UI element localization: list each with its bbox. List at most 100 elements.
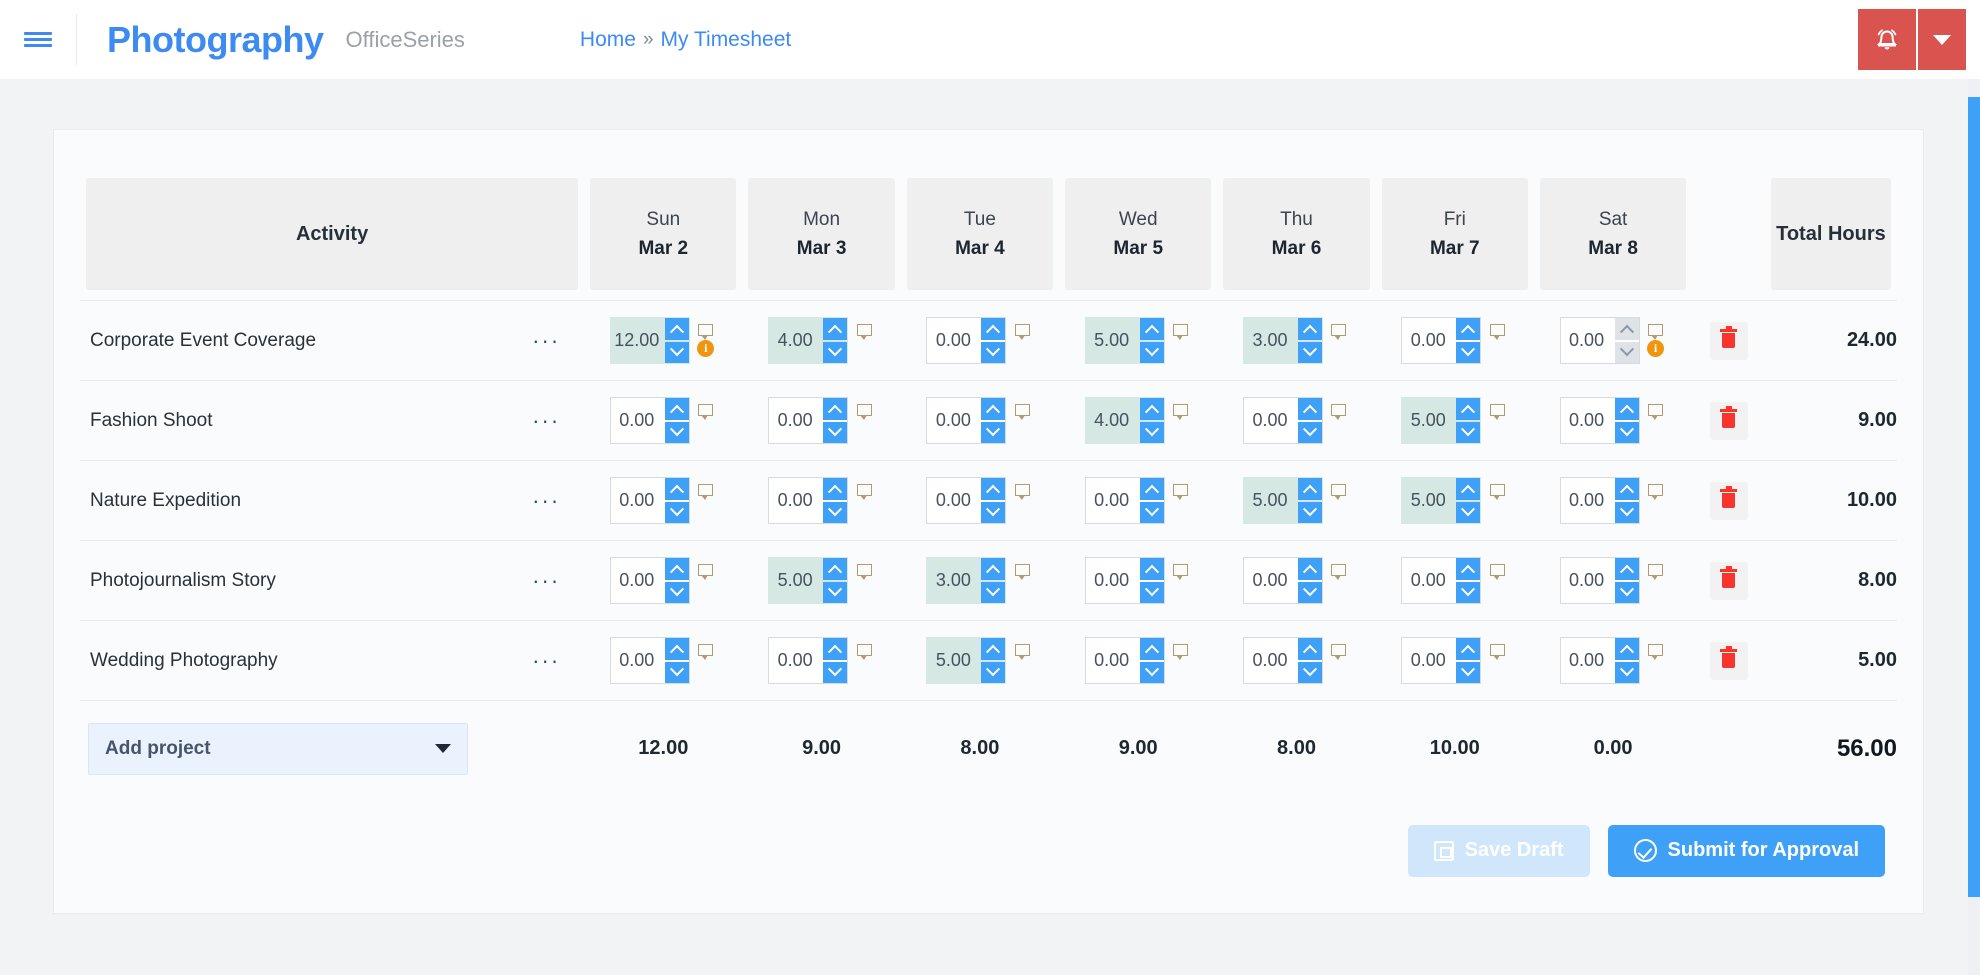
row-menu-button[interactable]: ···: [526, 649, 566, 672]
stepper-decrement-button[interactable]: [823, 421, 848, 443]
stepper-decrement-button[interactable]: [981, 421, 1006, 443]
stepper-decrement-button[interactable]: [1297, 501, 1322, 523]
hours-stepper[interactable]: 0.00: [1084, 637, 1165, 684]
save-draft-button[interactable]: Save Draft: [1407, 824, 1590, 877]
stepper-increment-button[interactable]: [1139, 318, 1164, 340]
hours-input[interactable]: 0.00: [611, 638, 665, 683]
row-menu-button[interactable]: ···: [526, 489, 566, 512]
stepper-decrement-button[interactable]: [1456, 581, 1481, 603]
hours-input[interactable]: 0.00: [1086, 558, 1140, 603]
hours-stepper[interactable]: 0.00: [1559, 637, 1640, 684]
stepper-increment-button[interactable]: [823, 318, 848, 340]
stepper-decrement-button[interactable]: [664, 501, 689, 523]
hours-stepper[interactable]: 0.00: [609, 397, 690, 444]
delete-row-button[interactable]: [1709, 321, 1748, 360]
hours-input[interactable]: 0.00: [1244, 398, 1298, 443]
hours-stepper[interactable]: 4.00: [1084, 397, 1165, 444]
comment-icon[interactable]: [1489, 644, 1505, 660]
stepper-decrement-button[interactable]: [981, 581, 1006, 603]
hours-input[interactable]: 5.00: [1244, 478, 1298, 523]
hours-stepper[interactable]: 0.00: [1084, 477, 1165, 524]
comment-icon[interactable]: [1014, 644, 1030, 660]
stepper-increment-button[interactable]: [1456, 638, 1481, 660]
stepper-decrement-button[interactable]: [1614, 421, 1639, 443]
stepper-decrement-button[interactable]: [1139, 501, 1164, 523]
hours-input[interactable]: 0.00: [1086, 638, 1140, 683]
stepper-decrement-button[interactable]: [981, 341, 1006, 363]
hours-stepper[interactable]: 0.00: [609, 477, 690, 524]
stepper-decrement-button[interactable]: [664, 581, 689, 603]
comment-icon[interactable]: [698, 404, 714, 420]
comment-icon[interactable]: [1014, 404, 1030, 420]
comment-icon[interactable]: [1331, 404, 1347, 420]
hours-input[interactable]: 0.00: [927, 398, 981, 443]
hours-input[interactable]: 0.00: [611, 478, 665, 523]
comment-icon[interactable]: [1331, 644, 1347, 660]
comment-icon[interactable]: [1014, 564, 1030, 580]
add-project-dropdown[interactable]: Add project: [88, 722, 468, 775]
stepper-decrement-button[interactable]: [1139, 661, 1164, 683]
hours-input[interactable]: 4.00: [769, 318, 823, 363]
hours-input[interactable]: 0.00: [1402, 638, 1456, 683]
comment-icon[interactable]: [1489, 404, 1505, 420]
hours-input[interactable]: 4.00: [1086, 398, 1140, 443]
comment-icon[interactable]: [856, 644, 872, 660]
stepper-decrement-button[interactable]: [1614, 581, 1639, 603]
stepper-increment-button[interactable]: [1139, 638, 1164, 660]
stepper-increment-button[interactable]: [1614, 478, 1639, 500]
stepper-increment-button[interactable]: [1139, 478, 1164, 500]
stepper-decrement-button[interactable]: [823, 341, 848, 363]
hours-input[interactable]: 0.00: [1561, 638, 1615, 683]
stepper-increment-button[interactable]: [1297, 398, 1322, 420]
stepper-decrement-button[interactable]: [664, 661, 689, 683]
stepper-increment-button[interactable]: [981, 638, 1006, 660]
comment-icon[interactable]: [856, 564, 872, 580]
comment-icon[interactable]: [1173, 564, 1189, 580]
stepper-decrement-button[interactable]: [981, 661, 1006, 683]
stepper-increment-button[interactable]: [1139, 398, 1164, 420]
hours-input[interactable]: 0.00: [927, 478, 981, 523]
comment-icon[interactable]: [856, 404, 872, 420]
hours-stepper[interactable]: 4.00: [768, 317, 849, 364]
comment-icon[interactable]: [698, 644, 714, 660]
stepper-increment-button[interactable]: [664, 478, 689, 500]
stepper-increment-button[interactable]: [981, 558, 1006, 580]
stepper-increment-button[interactable]: [981, 478, 1006, 500]
comment-icon[interactable]: [856, 484, 872, 500]
hours-stepper[interactable]: 3.00: [926, 557, 1007, 604]
stepper-increment-button[interactable]: [1297, 318, 1322, 340]
stepper-decrement-button[interactable]: [1456, 661, 1481, 683]
stepper-increment-button[interactable]: [1614, 398, 1639, 420]
comment-icon[interactable]: [1648, 564, 1664, 580]
hours-stepper[interactable]: 3.00: [1242, 317, 1323, 364]
hours-stepper[interactable]: 0.00: [1401, 317, 1482, 364]
stepper-decrement-button[interactable]: [981, 501, 1006, 523]
hours-input[interactable]: 0.00: [1561, 478, 1615, 523]
hours-input[interactable]: 5.00: [1086, 318, 1140, 363]
stepper-decrement-button[interactable]: [1297, 661, 1322, 683]
stepper-increment-button[interactable]: [981, 318, 1006, 340]
stepper-increment-button[interactable]: [1297, 638, 1322, 660]
stepper-decrement-button[interactable]: [823, 661, 848, 683]
hours-stepper[interactable]: 0.00: [926, 317, 1007, 364]
hours-input[interactable]: 0.00: [1244, 638, 1298, 683]
comment-icon[interactable]: [1489, 324, 1505, 340]
comment-icon[interactable]: [1014, 484, 1030, 500]
hours-input[interactable]: 5.00: [927, 638, 981, 683]
stepper-increment-button[interactable]: [1614, 558, 1639, 580]
hours-input[interactable]: 0.00: [611, 398, 665, 443]
stepper-decrement-button[interactable]: [1139, 421, 1164, 443]
scrollbar-thumb[interactable]: [1968, 97, 1980, 897]
row-menu-button[interactable]: ···: [526, 329, 566, 352]
stepper-increment-button[interactable]: [1456, 318, 1481, 340]
stepper-decrement-button[interactable]: [664, 421, 689, 443]
breadcrumb-my-timesheet[interactable]: My Timesheet: [661, 28, 792, 52]
hours-input[interactable]: 0.00: [1244, 558, 1298, 603]
info-badge-icon[interactable]: i: [697, 340, 715, 357]
hours-stepper[interactable]: 0.00: [1559, 317, 1640, 364]
stepper-decrement-button[interactable]: [1614, 341, 1639, 363]
hours-input[interactable]: 0.00: [1402, 558, 1456, 603]
comment-icon[interactable]: [1648, 484, 1664, 500]
hours-stepper[interactable]: 0.00: [1559, 477, 1640, 524]
hours-input[interactable]: 0.00: [611, 558, 665, 603]
